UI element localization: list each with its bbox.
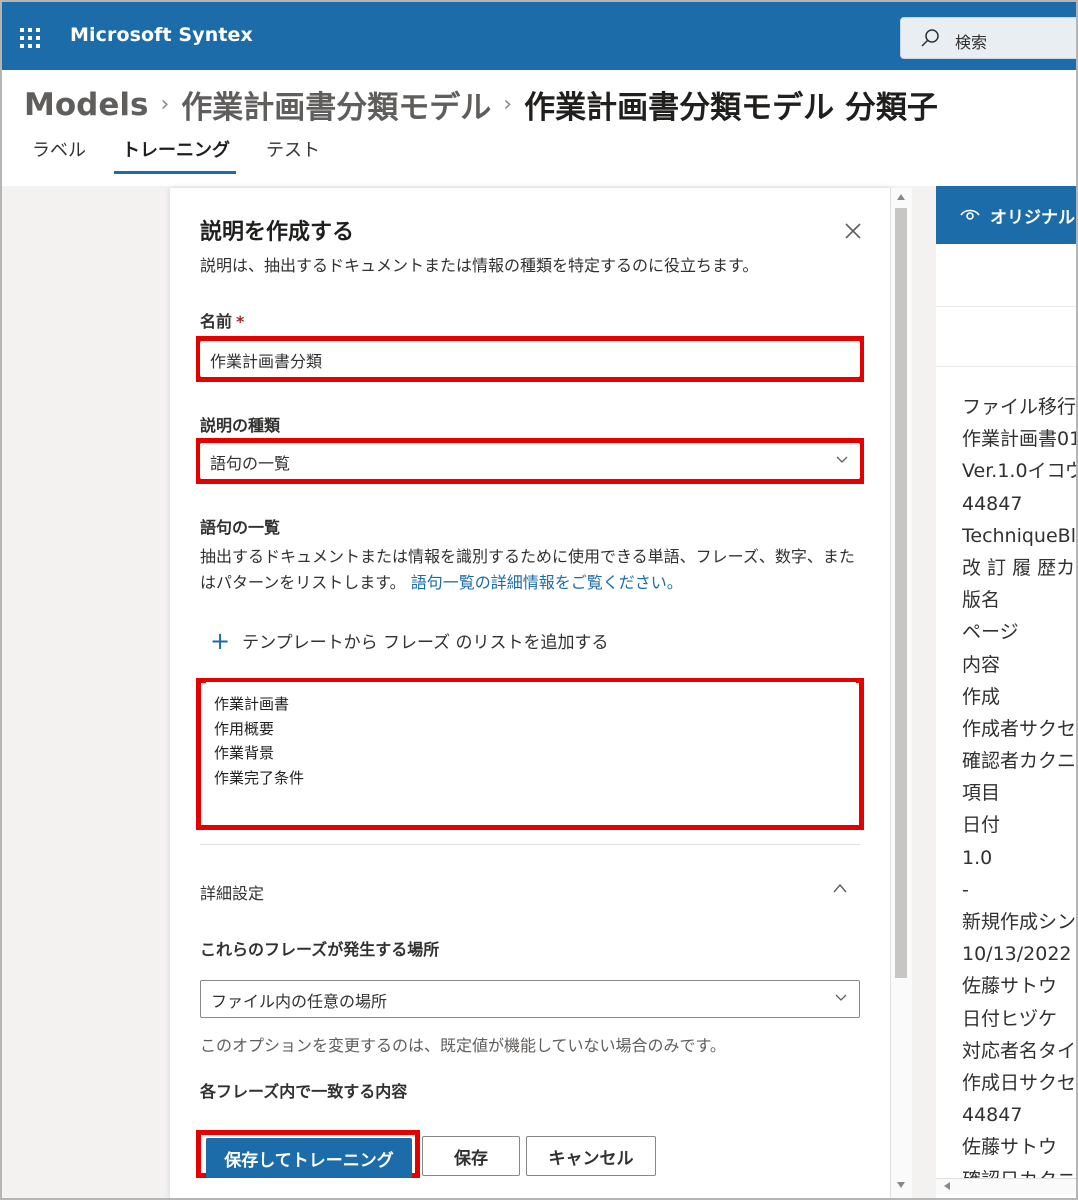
tab-test[interactable]: テスト <box>266 136 320 174</box>
preview-line: 作成日サクセ <box>962 1071 1077 1094</box>
phrases-learn-more-link[interactable]: 語句一覧の詳細情報をご覧ください。 <box>411 573 683 592</box>
tab-training[interactable]: トレーニング <box>114 136 236 174</box>
chevron-right-icon: › <box>503 92 513 117</box>
match-label: 各フレーズ内で一致する内容 <box>200 1082 408 1101</box>
preview-line: 日付ヒヅケ <box>962 1007 1058 1030</box>
tab-bar: ラベル トレーニング テスト <box>32 136 356 174</box>
app-frame: Microsoft Syntex 検索 Models › 作業計画書分類モデル … <box>0 0 1078 1200</box>
scroll-up-icon[interactable] <box>897 194 905 200</box>
phrase-line: 作業完了条件 <box>214 768 305 787</box>
preview-line: 作成者サクセ <box>962 717 1077 740</box>
phrase-line: 作用概要 <box>214 719 275 738</box>
tab-label[interactable]: ラベル <box>32 136 86 174</box>
scroll-down-icon[interactable] <box>897 1182 905 1188</box>
cancel-button[interactable]: キャンセル <box>526 1136 656 1176</box>
chevron-down-icon <box>836 456 848 463</box>
type-dropdown-value: 語句の一覧 <box>210 454 291 473</box>
where-label: これらのフレーズが発生する場所 <box>200 940 440 959</box>
preview-line: 対応者名タイ <box>962 1039 1077 1062</box>
preview-line: ページ <box>962 621 1019 644</box>
preview-line: 佐藤サトウ <box>962 975 1058 998</box>
breadcrumb: Models › 作業計画書分類モデル › 作業計画書分類モデル 分類子 <box>24 82 938 127</box>
save-and-train-button[interactable]: 保存してトレーニング <box>206 1138 412 1178</box>
name-label-text: 名前 <box>200 312 233 331</box>
chevron-right-icon: › <box>160 92 170 117</box>
preview-line: 作成 <box>962 685 1001 708</box>
phrases-textarea[interactable]: 作業計画書 作用概要 作業背景 作業完了条件 <box>206 682 856 822</box>
section-divider <box>200 844 860 845</box>
search-box[interactable]: 検索 <box>900 17 1076 59</box>
add-from-template-label: テンプレートから フレーズ のリストを追加する <box>242 633 609 653</box>
type-dropdown[interactable]: 語句の一覧 <box>200 443 860 479</box>
page-header: Models › 作業計画書分類モデル › 作業計画書分類モデル 分類子 ラベル… <box>2 70 1076 186</box>
breadcrumb-model[interactable]: 作業計画書分類モデル <box>181 82 491 127</box>
search-placeholder: 検索 <box>955 33 988 52</box>
preview-line: 44847 <box>962 492 1023 515</box>
preview-line: ファイル移行 <box>962 396 1077 418</box>
preview-line: 内容 <box>962 653 1001 676</box>
app-launcher-icon[interactable] <box>20 28 40 48</box>
where-dropdown-value: ファイル内の任意の場所 <box>211 992 388 1011</box>
search-icon <box>921 29 939 47</box>
preview-line: TechniqueBlog <box>962 524 1076 547</box>
preview-line: 佐藤サトウ <box>962 1136 1058 1159</box>
preview-lines: ファイル移行 作業計画書01 Ver.1.0イコウ 44847 Techniqu… <box>962 394 1078 1198</box>
original-view-button[interactable]: オリジナル <box>936 186 1076 244</box>
plus-icon: + <box>210 626 231 655</box>
chevron-down-icon <box>835 994 847 1001</box>
preview-line: 10/13/2022 <box>962 943 1072 966</box>
app-title[interactable]: Microsoft Syntex <box>70 24 253 46</box>
preview-line: 44847 <box>962 1104 1023 1127</box>
phrase-line: 作業計画書 <box>214 695 290 713</box>
advanced-settings-toggle[interactable]: 詳細設定 <box>200 880 264 904</box>
scroll-left-icon[interactable] <box>944 1182 950 1190</box>
preview-line: 新規作成シン <box>962 911 1077 933</box>
phrases-description: 抽出するドキュメントまたは情報を識別するために使用できる単語、フレーズ、数字、ま… <box>200 544 860 596</box>
preview-line: Ver.1.0イコウ <box>962 460 1078 483</box>
preview-line: 1.0 <box>962 846 993 869</box>
preview-line: 版名 <box>962 589 1001 612</box>
preview-line: 作業計画書01 <box>962 428 1078 451</box>
close-icon[interactable] <box>842 220 864 242</box>
preview-divider <box>936 306 1076 307</box>
preview-divider <box>936 366 1076 367</box>
create-explanation-panel: 説明を作成する 説明は、抽出するドキュメントまたは情報の種類を特定するのに役立ち… <box>170 188 890 1198</box>
where-note: このオプションを変更するのは、既定値が機能していない場合のみです。 <box>200 1036 726 1055</box>
preview-line: 確認者カクニ <box>962 750 1077 773</box>
save-button[interactable]: 保存 <box>422 1136 520 1176</box>
name-input[interactable]: 作業計画書分類 <box>200 341 860 377</box>
panel-title: 説明を作成する <box>200 220 355 245</box>
original-view-label: オリジナル <box>990 207 1075 228</box>
name-label: 名前 * <box>200 308 244 332</box>
preview-line: 項目 <box>962 782 1001 805</box>
add-from-template-button[interactable]: + テンプレートから フレーズ のリストを追加する <box>210 626 609 655</box>
preview-line: 日付 <box>962 814 1001 837</box>
where-dropdown[interactable]: ファイル内の任意の場所 <box>200 980 860 1018</box>
eye-icon <box>960 209 980 220</box>
preview-line: - <box>962 878 969 901</box>
suite-bar: Microsoft Syntex 検索 <box>2 2 1076 70</box>
chevron-up-icon[interactable] <box>832 882 848 894</box>
preview-line: 改 訂 履 歴カ <box>962 556 1076 579</box>
breadcrumb-current: 作業計画書分類モデル 分類子 <box>524 90 938 126</box>
breadcrumb-models[interactable]: Models <box>24 87 148 123</box>
phrase-line: 作業背景 <box>214 744 275 762</box>
phrases-label: 語句の一覧 <box>200 518 281 537</box>
required-mark: * <box>236 312 245 331</box>
preview-horizontal-scrollbar[interactable] <box>936 1178 1076 1194</box>
panel-scrollbar-thumb[interactable] <box>895 208 907 978</box>
panel-subtitle: 説明は、抽出するドキュメントまたは情報の種類を特定するのに役立ちます。 <box>200 256 759 275</box>
type-label: 説明の種類 <box>200 416 281 435</box>
